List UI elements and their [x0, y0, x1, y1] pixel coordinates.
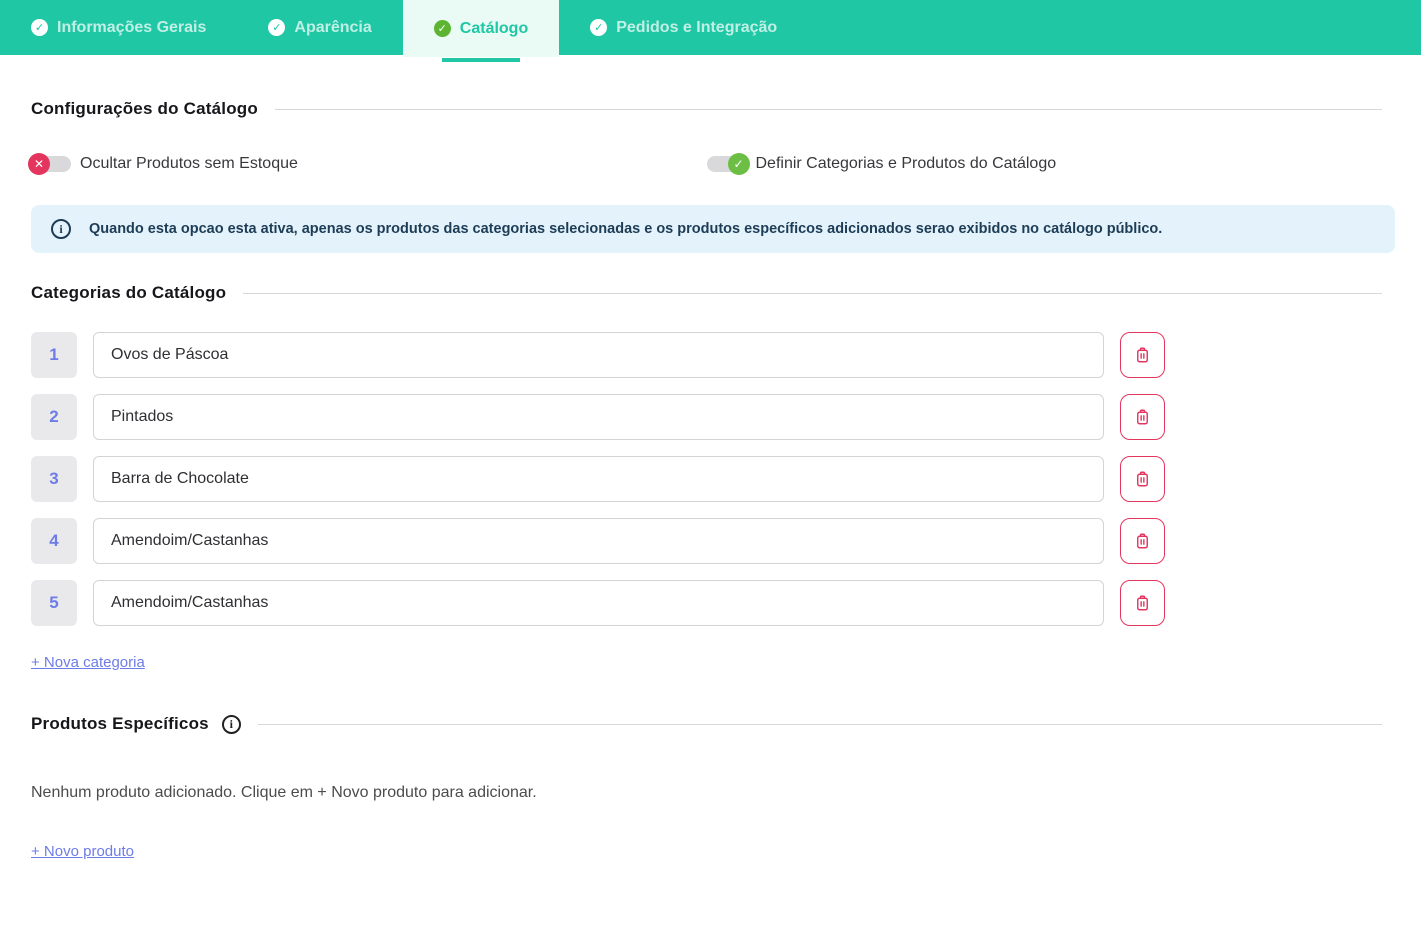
category-row: 5 [31, 580, 1165, 626]
delete-category-button[interactable] [1120, 394, 1165, 440]
category-row: 3 [31, 456, 1165, 502]
toggle-definir-categorias-produtos[interactable]: ✓ [706, 153, 750, 175]
tab-label: Catálogo [459, 19, 529, 37]
new-product-link[interactable]: + Novo produto [31, 843, 134, 860]
category-order-badge: 2 [31, 394, 77, 440]
category-row: 4 [31, 518, 1165, 564]
toggle-group-ocultar: ✕ Ocultar Produtos sem Estoque [28, 153, 707, 175]
toggle-row: ✕ Ocultar Produtos sem Estoque ✓ Definir… [28, 153, 1383, 175]
tab-catalogo[interactable]: ✓ Catálogo [402, 0, 560, 57]
info-icon: i [221, 714, 241, 734]
category-name-input[interactable] [93, 332, 1104, 378]
toggle-ocultar-produtos-sem-estoque[interactable]: ✕ [28, 153, 71, 175]
delete-category-button[interactable] [1120, 456, 1165, 502]
tab-completed-check-icon: ✓ [268, 19, 286, 36]
toggle-label-ocultar: Ocultar Produtos sem Estoque [80, 155, 298, 172]
tab-label: Pedidos e Integração [616, 18, 778, 36]
category-list: 1 2 3 4 5 [31, 332, 1382, 626]
trash-icon [1137, 533, 1148, 549]
category-order-badge: 5 [31, 580, 77, 626]
section-header-produtos: Produtos Específicos i [31, 714, 1382, 734]
products-empty-message: Nenhum produto adicionado. Clique em + N… [31, 784, 537, 801]
category-name-input[interactable] [93, 394, 1104, 440]
category-name-input[interactable] [93, 456, 1104, 502]
x-icon: ✕ [28, 153, 50, 175]
trash-icon [1137, 471, 1148, 487]
tab-completed-check-icon: ✓ [31, 19, 48, 36]
tab-aparencia[interactable]: ✓ Aparência [237, 0, 402, 55]
section-title-configuracoes: Configurações do Catálogo [31, 99, 258, 118]
category-name-input[interactable] [93, 580, 1104, 626]
section-header-configuracoes: Configurações do Catálogo [31, 99, 1382, 119]
section-title-categorias: Categorias do Catálogo [31, 283, 227, 302]
delete-category-button[interactable] [1120, 332, 1165, 378]
toggle-label-definir: Definir Categorias e Produtos do Catálog… [755, 155, 1057, 172]
category-order-badge: 4 [31, 518, 77, 564]
category-name-input[interactable] [93, 518, 1104, 564]
delete-category-button[interactable] [1120, 518, 1165, 564]
info-banner-text: Quando esta opcao esta ativa, apenas os … [89, 221, 1163, 237]
info-icon: i [51, 219, 71, 239]
trash-icon [1137, 409, 1148, 425]
tab-active-check-icon: ✓ [433, 20, 451, 37]
info-banner: i Quando esta opcao esta ativa, apenas o… [31, 205, 1395, 253]
trash-icon [1137, 347, 1148, 363]
trash-icon [1137, 595, 1148, 611]
category-row: 2 [31, 394, 1165, 440]
category-order-badge: 3 [31, 456, 77, 502]
category-row: 1 [31, 332, 1165, 378]
section-divider [274, 108, 1382, 110]
category-order-badge: 1 [31, 332, 77, 378]
section-divider [257, 723, 1382, 725]
section-title-produtos: Produtos Específicos [31, 714, 209, 733]
tab-pedidos-integracao[interactable]: ✓ Pedidos e Integração [559, 0, 808, 55]
catalog-settings-panel: Configurações do Catálogo ✕ Ocultar Prod… [0, 99, 1421, 861]
toggle-group-definir: ✓ Definir Categorias e Produtos do Catál… [706, 153, 1383, 175]
tab-informacoes-gerais[interactable]: ✓ Informações Gerais [0, 0, 237, 55]
new-category-link[interactable]: + Nova categoria [31, 654, 145, 671]
wizard-tabbar: ✓ Informações Gerais ✓ Aparência ✓ Catál… [0, 0, 1421, 57]
check-icon: ✓ [727, 153, 750, 175]
section-divider [243, 292, 1382, 294]
section-header-categorias: Categorias do Catálogo [31, 283, 1382, 303]
tab-completed-check-icon: ✓ [590, 19, 608, 36]
delete-category-button[interactable] [1120, 580, 1165, 626]
tab-label: Aparência [294, 18, 372, 36]
tab-label: Informações Gerais [57, 18, 207, 36]
